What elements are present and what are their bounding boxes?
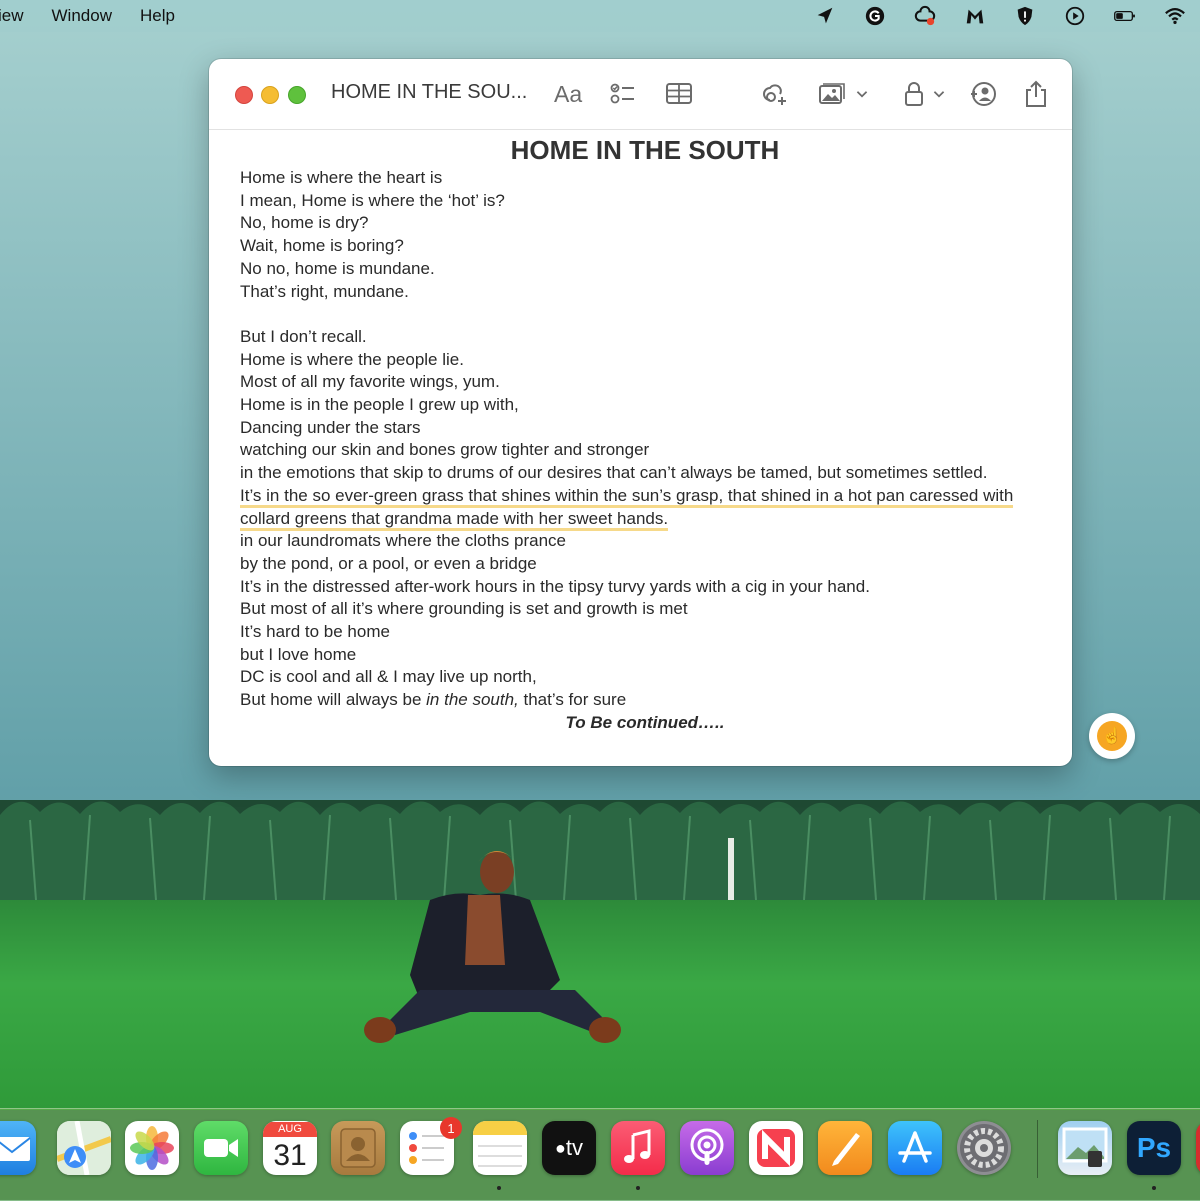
- note-line: watching our skin and bones grow tighter…: [240, 440, 650, 460]
- note-line: But I don’t recall.: [240, 326, 367, 346]
- note-line: in our laundromats where the cloths pran…: [240, 531, 567, 551]
- note-line: DC is cool and all & I may live up north…: [240, 667, 537, 687]
- dock-separator: [1037, 1120, 1038, 1178]
- note-line: I mean, Home is where the ‘hot’ is?: [240, 190, 505, 210]
- note-line: but I love home: [240, 644, 357, 664]
- maximize-button[interactable]: [288, 86, 306, 104]
- dock-preview-icon[interactable]: [1058, 1121, 1112, 1175]
- notes-window: HOME IN THE SOU... Aa HOME IN THE SOUTH …: [209, 59, 1072, 766]
- reminders-badge: 1: [440, 1117, 462, 1139]
- menu-bar: iew Window Help: [0, 0, 1200, 32]
- apple-logo-icon: ●: [555, 1137, 566, 1158]
- photoshop-label: Ps: [1136, 1132, 1172, 1163]
- calendar-day: 31: [273, 1138, 307, 1172]
- dock-pages-icon[interactable]: [818, 1121, 872, 1175]
- note-line: No, home is dry?: [240, 213, 369, 233]
- pointing-hand-icon: ☝: [1097, 721, 1127, 751]
- note-line: But most of all it’s where grounding is …: [240, 599, 688, 619]
- lock-chevron-down-icon[interactable]: [931, 78, 947, 110]
- grammarly-icon[interactable]: [862, 3, 888, 29]
- dock-news-icon[interactable]: [749, 1121, 803, 1175]
- note-body[interactable]: HOME IN THE SOUTH Home is where the hear…: [240, 131, 1050, 735]
- note-line-text: But home will always be: [240, 690, 427, 710]
- dock-app-store-icon[interactable]: [888, 1121, 942, 1175]
- menu-window[interactable]: Window: [38, 6, 126, 26]
- media-chevron-down-icon[interactable]: [854, 78, 870, 110]
- menu-help[interactable]: Help: [126, 6, 189, 26]
- dock-photoshop-icon[interactable]: Ps: [1127, 1121, 1181, 1175]
- running-indicator: [636, 1186, 640, 1190]
- minimize-button[interactable]: [261, 86, 279, 104]
- checklist-icon[interactable]: [609, 78, 637, 110]
- grammarly-float-button[interactable]: ☝: [1089, 713, 1135, 759]
- dock-notes-icon[interactable]: [473, 1121, 527, 1175]
- malwarebytes-icon[interactable]: [962, 3, 988, 29]
- shield-icon[interactable]: [1012, 3, 1038, 29]
- note-line: in the emotions that skip to drums of ou…: [240, 463, 988, 483]
- wifi-icon[interactable]: [1162, 3, 1188, 29]
- lock-icon[interactable]: [900, 78, 928, 110]
- note-line: No no, home is mundane.: [240, 258, 435, 278]
- dock: [0, 1108, 1200, 1201]
- collaborate-icon[interactable]: [761, 78, 789, 110]
- dock-system-preferences-icon[interactable]: [957, 1121, 1011, 1175]
- window-title: HOME IN THE SOU...: [331, 81, 528, 103]
- dock-partial-app-icon[interactable]: [1196, 1121, 1200, 1175]
- note-line: It’s in the distressed after-work hours …: [240, 576, 870, 596]
- dock-calendar-icon[interactable]: AUG 31: [263, 1121, 317, 1175]
- table-icon[interactable]: [665, 78, 693, 110]
- media-icon[interactable]: [818, 78, 846, 110]
- window-toolbar: HOME IN THE SOU... Aa: [209, 59, 1072, 130]
- note-line: by the pond, or a pool, or even a bridge: [240, 553, 537, 573]
- note-line: Home is where the people lie.: [240, 349, 464, 369]
- running-indicator: [497, 1186, 501, 1190]
- dock-mail-icon[interactable]: [0, 1121, 36, 1175]
- battery-icon[interactable]: [1112, 3, 1138, 29]
- format-button[interactable]: Aa: [554, 78, 582, 110]
- dock-podcasts-icon[interactable]: [680, 1121, 734, 1175]
- closing-line: To Be continued…..: [565, 712, 725, 732]
- note-line-highlighted: It’s in the so ever-green grass that shi…: [240, 485, 1050, 531]
- note-line: Dancing under the stars: [240, 417, 421, 437]
- menu-bar-extras: [800, 0, 1200, 32]
- dock-apple-tv-icon[interactable]: ● tv: [542, 1121, 596, 1175]
- play-circle-icon[interactable]: [1062, 3, 1088, 29]
- italic-phrase: in the south,: [426, 690, 519, 710]
- dock-photos-icon[interactable]: [125, 1121, 179, 1175]
- calendar-month: AUG: [263, 1121, 317, 1137]
- dock-music-icon[interactable]: [611, 1121, 665, 1175]
- dock-facetime-icon[interactable]: [194, 1121, 248, 1175]
- note-line: Home is in the people I grew up with,: [240, 395, 519, 415]
- note-line: Home is where the heart is: [240, 168, 443, 187]
- note-heading: HOME IN THE SOUTH: [510, 135, 780, 165]
- note-line: Wait, home is boring?: [240, 236, 404, 256]
- grammar-highlight[interactable]: It’s in the so ever-green grass that shi…: [240, 485, 1014, 531]
- note-line: Most of all my favorite wings, yum.: [240, 372, 500, 392]
- note-line-tail: that’s for sure: [518, 690, 627, 710]
- running-indicator: [1152, 1186, 1156, 1190]
- menu-view[interactable]: iew: [0, 6, 38, 26]
- dock-maps-icon[interactable]: [57, 1121, 111, 1175]
- dock-contacts-icon[interactable]: [331, 1121, 385, 1175]
- location-arrow-icon[interactable]: [812, 3, 838, 29]
- share-icon[interactable]: [1022, 78, 1050, 110]
- note-line: That’s right, mundane.: [240, 281, 409, 301]
- creative-cloud-icon[interactable]: [912, 3, 938, 29]
- share-people-icon[interactable]: [969, 78, 997, 110]
- close-button[interactable]: [235, 86, 253, 104]
- note-last-line: But home will always be in the south, th…: [240, 689, 1050, 712]
- note-line: It’s hard to be home: [240, 622, 390, 642]
- tv-label: tv: [565, 1135, 583, 1160]
